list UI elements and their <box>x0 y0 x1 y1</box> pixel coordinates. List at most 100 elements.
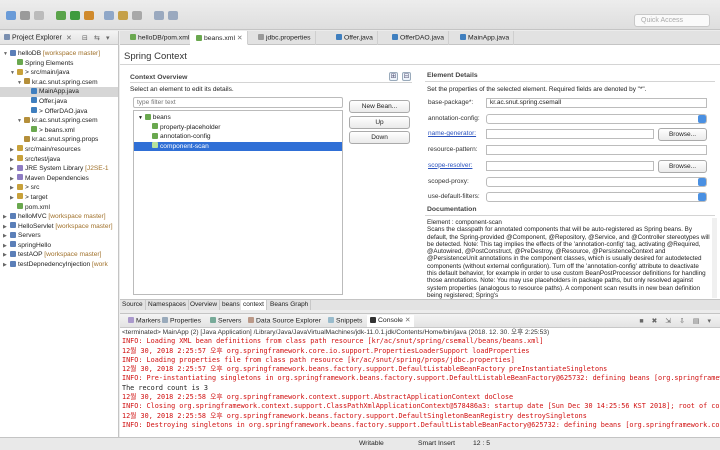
editor-tab[interactable]: Offer.java <box>330 31 378 45</box>
tree-item[interactable]: ▶ src/test/java <box>0 155 118 165</box>
collapsed-arrow-icon[interactable]: ▶ <box>3 232 10 241</box>
collapsed-arrow-icon[interactable]: ▶ <box>10 146 17 155</box>
tree-item[interactable]: ▶ HelloServlet [workspace master] <box>0 222 118 232</box>
back-icon[interactable] <box>154 11 164 20</box>
snippets-tab[interactable]: Snippets <box>328 317 362 325</box>
collapse-all-icon[interactable]: ⊟ <box>82 34 88 42</box>
tree-node-beans[interactable]: ▼ beans <box>134 113 342 123</box>
tree-item[interactable]: kr.ac.snut.spring.props <box>0 135 118 145</box>
editor-tab[interactable]: helloDB/pom.xml <box>124 31 195 45</box>
field-input[interactable] <box>486 160 654 171</box>
tree-item[interactable]: ▼ helloDB [workspace master] <box>0 49 118 59</box>
tree-item[interactable]: ▶ > target <box>0 193 118 203</box>
expanded-arrow-icon[interactable]: ▼ <box>3 50 10 59</box>
expanded-arrow-icon[interactable]: ▼ <box>10 69 17 78</box>
page-tab-namespaces[interactable]: Namespaces <box>146 300 189 310</box>
project-explorer-tab[interactable]: Project Explorer ✕ ⊟ ⇆ ▾ <box>0 31 118 45</box>
properties-tab[interactable]: Properties <box>162 317 201 325</box>
field-select[interactable] <box>486 192 707 203</box>
close-icon[interactable]: ✕ <box>66 34 72 42</box>
tree-item[interactable]: Offer.java <box>0 97 118 107</box>
tree-item[interactable]: MainApp.java <box>0 87 118 97</box>
dropdown-arrow-icon[interactable] <box>698 177 706 186</box>
forward-icon[interactable] <box>168 11 178 20</box>
expand-arrow-icon[interactable]: ▼ <box>138 115 143 121</box>
print-icon[interactable] <box>34 11 44 20</box>
tree-item[interactable]: ▼ > src/main/java <box>0 68 118 78</box>
collapsed-arrow-icon[interactable]: ▶ <box>3 223 10 232</box>
tree-item[interactable]: ▼ kr.ac.snut.spring.csem <box>0 116 118 126</box>
collapsed-arrow-icon[interactable]: ▶ <box>10 184 17 193</box>
expanded-arrow-icon[interactable]: ▼ <box>17 117 24 126</box>
tree-item[interactable]: > OfferDAO.java <box>0 107 118 117</box>
close-icon[interactable]: ✕ <box>235 35 243 42</box>
tree-item[interactable]: > beans.xml <box>0 126 118 136</box>
collapsed-arrow-icon[interactable]: ▶ <box>3 242 10 251</box>
debug-icon[interactable] <box>56 11 66 20</box>
field-select[interactable] <box>486 176 707 187</box>
external-tools-icon[interactable] <box>84 11 94 20</box>
new-bean-button[interactable]: New Bean... <box>349 100 410 113</box>
close-icon[interactable]: ✕ <box>405 317 411 324</box>
tree-node-component-scan[interactable]: component-scan <box>134 141 342 152</box>
tree-node-property-placeholder[interactable]: property-placeholder <box>134 123 342 133</box>
filter-input[interactable] <box>133 97 343 108</box>
new-package-icon[interactable] <box>104 11 114 20</box>
collapsed-arrow-icon[interactable]: ▶ <box>3 251 10 260</box>
editor-tab[interactable]: MainApp.java <box>454 31 515 45</box>
browse-button[interactable]: Browse... <box>658 159 707 173</box>
data-source-explorer-tab[interactable]: Data Source Explorer <box>248 317 321 325</box>
tree-item[interactable]: pom.xml <box>0 203 118 213</box>
editor-tab[interactable]: OfferDAO.java <box>386 31 450 45</box>
tree-item[interactable]: Spring Elements <box>0 59 118 69</box>
tree-item[interactable]: ▶ Servers <box>0 231 118 241</box>
view-menu-icon[interactable]: ▾ <box>106 34 110 42</box>
quick-access-input[interactable]: Quick Access <box>634 14 710 27</box>
editor-tab[interactable]: jdbc.properties <box>252 31 316 45</box>
editor-tab[interactable]: beans.xml ✕ <box>190 31 248 45</box>
collapsed-arrow-icon[interactable]: ▶ <box>10 175 17 184</box>
collapsed-arrow-icon[interactable]: ▶ <box>10 194 17 203</box>
tree-item[interactable]: ▼ kr.ac.snut.spring.csem <box>0 78 118 88</box>
page-tab-beans[interactable]: beans <box>220 300 243 310</box>
servers-tab[interactable]: Servers <box>210 317 241 325</box>
dropdown-arrow-icon[interactable] <box>698 193 706 202</box>
new-icon[interactable] <box>6 11 16 20</box>
page-tab-overview[interactable]: Overview <box>188 300 221 310</box>
browse-button[interactable]: Browse... <box>658 128 707 142</box>
collapsed-arrow-icon[interactable]: ▶ <box>3 261 10 270</box>
tree-item[interactable]: ▶ springHello <box>0 241 118 251</box>
link-editor-icon[interactable]: ⇆ <box>94 34 100 42</box>
tree-node-annotation-config[interactable]: annotation-config <box>134 132 342 142</box>
doc-scrollbar[interactable] <box>712 218 717 298</box>
expand-all-icon[interactable]: ⊞ <box>389 72 398 81</box>
collapse-all-tree-icon[interactable]: ⊟ <box>402 72 411 81</box>
field-input[interactable] <box>486 129 654 140</box>
down-button[interactable]: Down <box>349 131 410 144</box>
field-input[interactable] <box>486 145 707 156</box>
dropdown-arrow-icon[interactable] <box>698 114 706 123</box>
collapsed-arrow-icon[interactable]: ▶ <box>3 213 10 222</box>
run-icon[interactable] <box>70 11 80 20</box>
save-icon[interactable] <box>20 11 30 20</box>
page-tab-source[interactable]: Source <box>120 300 146 310</box>
page-tab-context[interactable]: context <box>241 300 267 310</box>
field-label[interactable]: scope-resolver: <box>428 162 472 169</box>
collapsed-arrow-icon[interactable]: ▶ <box>10 165 17 174</box>
page-tab-beans-graph[interactable]: Beans Graph <box>268 300 312 310</box>
field-select[interactable] <box>486 113 707 124</box>
tree-item[interactable]: ▶ helloMVC [workspace master] <box>0 212 118 222</box>
tree-item[interactable]: ▶ testAOP [workspace master] <box>0 250 118 260</box>
field-input[interactable]: kr.ac.snut.spring.csemall <box>486 98 707 108</box>
expanded-arrow-icon[interactable]: ▼ <box>17 79 24 88</box>
tree-item[interactable]: ▶ src/main/resources <box>0 145 118 155</box>
open-type-icon[interactable] <box>118 11 128 20</box>
field-label[interactable]: name-generator: <box>428 130 476 137</box>
up-button[interactable]: Up <box>349 116 410 129</box>
collapsed-arrow-icon[interactable]: ▶ <box>10 156 17 165</box>
search-icon[interactable] <box>132 11 142 20</box>
tree-item[interactable]: ▶ Maven Dependencies <box>0 174 118 184</box>
console-actions-icon[interactable]: ■ ✖ ⇲ ⇩ ▤ ▾ <box>639 317 714 325</box>
tree-item[interactable]: ▶ testDepnedencyInjection [work <box>0 260 118 270</box>
tree-item[interactable]: ▶ JRE System Library [J2SE-1 <box>0 164 118 174</box>
